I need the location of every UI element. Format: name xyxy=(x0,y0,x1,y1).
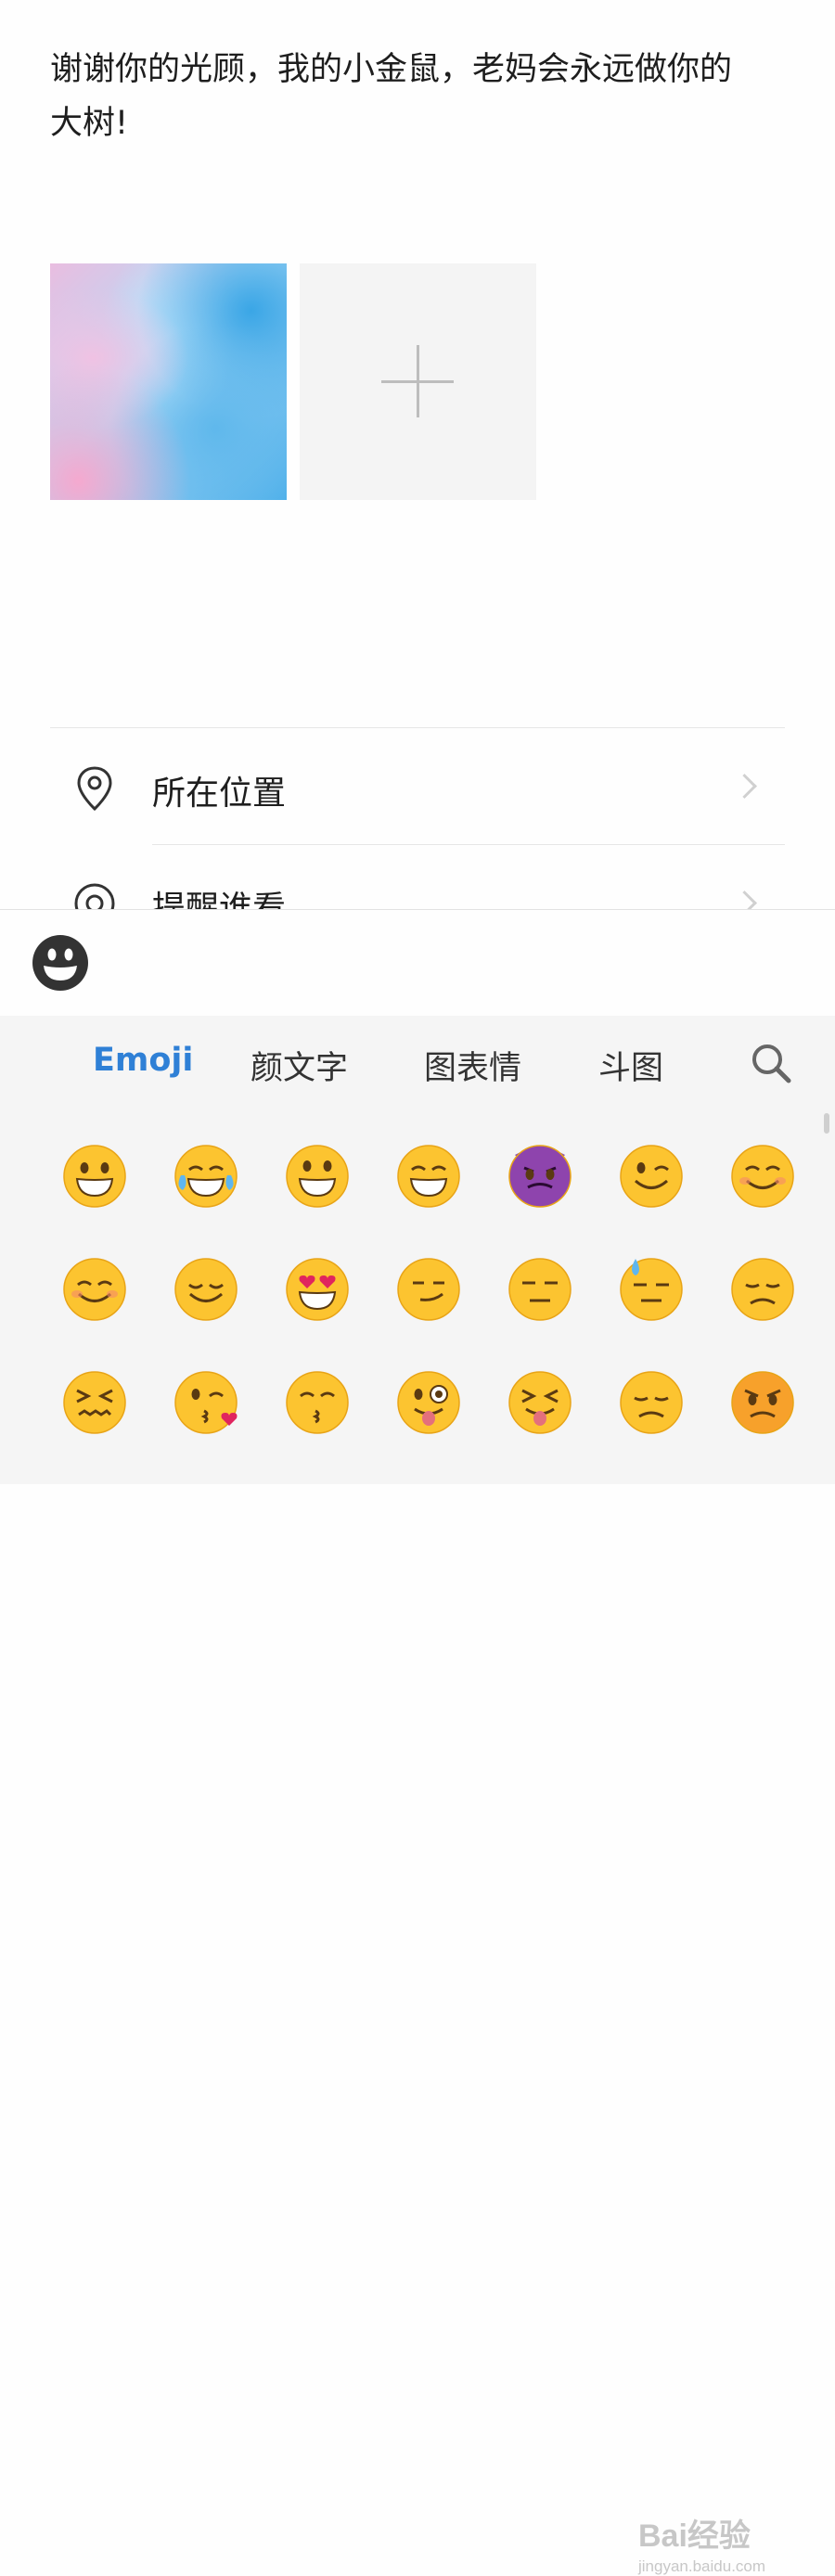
emoji-wink[interactable] xyxy=(596,1121,707,1232)
emoji-kissing-closed-eyes[interactable] xyxy=(262,1347,373,1458)
emoji-stuck-out-tongue-closed-eyes[interactable] xyxy=(484,1347,596,1458)
input-toolbar xyxy=(0,909,835,1017)
tab-meme[interactable]: 斗图 xyxy=(598,1042,663,1089)
emoji-kissing-heart[interactable] xyxy=(150,1347,262,1458)
chevron-right-icon xyxy=(732,774,757,799)
watermark-url: jingyan.baidu.com xyxy=(638,2557,766,2575)
emoji-grin-big[interactable] xyxy=(373,1121,484,1232)
emoji-panel: Bai经验 jingyan.baidu.com xyxy=(0,1111,835,2575)
emoji-category-tabs: Emoji 颜文字 图表情 斗图 xyxy=(0,1016,835,1112)
emoji-blush[interactable] xyxy=(707,1121,818,1232)
search-icon[interactable] xyxy=(750,1042,792,1084)
post-text-input[interactable]: 谢谢你的光顾，我的小金鼠，老妈会永远做你的大树! xyxy=(50,43,755,150)
emoji-relaxed[interactable] xyxy=(39,1234,150,1345)
location-pin-icon xyxy=(72,764,117,820)
at-sign-icon xyxy=(72,881,117,909)
location-row[interactable]: 所在位置 xyxy=(50,733,785,844)
divider xyxy=(50,727,785,728)
chevron-right-icon xyxy=(732,891,757,909)
tab-kaomoji[interactable]: 颜文字 xyxy=(250,1042,348,1089)
compose-area: 谢谢你的光顾，我的小金鼠，老妈会永远做你的大树! 所在位置 提醒谁看 xyxy=(0,0,835,909)
emoji-relieved[interactable] xyxy=(150,1234,262,1345)
emoji-angry[interactable] xyxy=(707,1347,818,1458)
emoji-disappointed[interactable] xyxy=(596,1347,707,1458)
location-label: 所在位置 xyxy=(152,775,287,813)
emoji-tears-of-joy[interactable] xyxy=(150,1121,262,1232)
emoji-smiley[interactable] xyxy=(262,1121,373,1232)
mention-row[interactable]: 提醒谁看 xyxy=(50,850,785,909)
attached-image-thumbnail[interactable] xyxy=(50,263,287,500)
emoji-smirk[interactable] xyxy=(373,1234,484,1345)
smiley-face-icon[interactable] xyxy=(32,934,89,992)
watermark: Bai经验 jingyan.baidu.com xyxy=(638,2510,765,2576)
add-image-button[interactable] xyxy=(300,263,536,500)
emoji-grin[interactable] xyxy=(39,1121,150,1232)
emoji-stuck-out-tongue-winking[interactable] xyxy=(373,1347,484,1458)
watermark-brand: Bai经验 xyxy=(638,2518,751,2554)
emoji-heart-eyes[interactable] xyxy=(262,1234,373,1345)
mention-label: 提醒谁看 xyxy=(152,890,287,909)
emoji-smiling-imp[interactable] xyxy=(484,1121,596,1232)
tab-emoji[interactable]: Emoji xyxy=(93,1042,193,1079)
divider xyxy=(152,844,785,845)
tab-stickers[interactable]: 图表情 xyxy=(424,1042,521,1089)
emoji-confounded[interactable] xyxy=(39,1347,150,1458)
scrollbar[interactable] xyxy=(824,1113,829,1134)
emoji-sweat[interactable] xyxy=(596,1234,707,1345)
emoji-pensive[interactable] xyxy=(707,1234,818,1345)
emoji-unamused[interactable] xyxy=(484,1234,596,1345)
